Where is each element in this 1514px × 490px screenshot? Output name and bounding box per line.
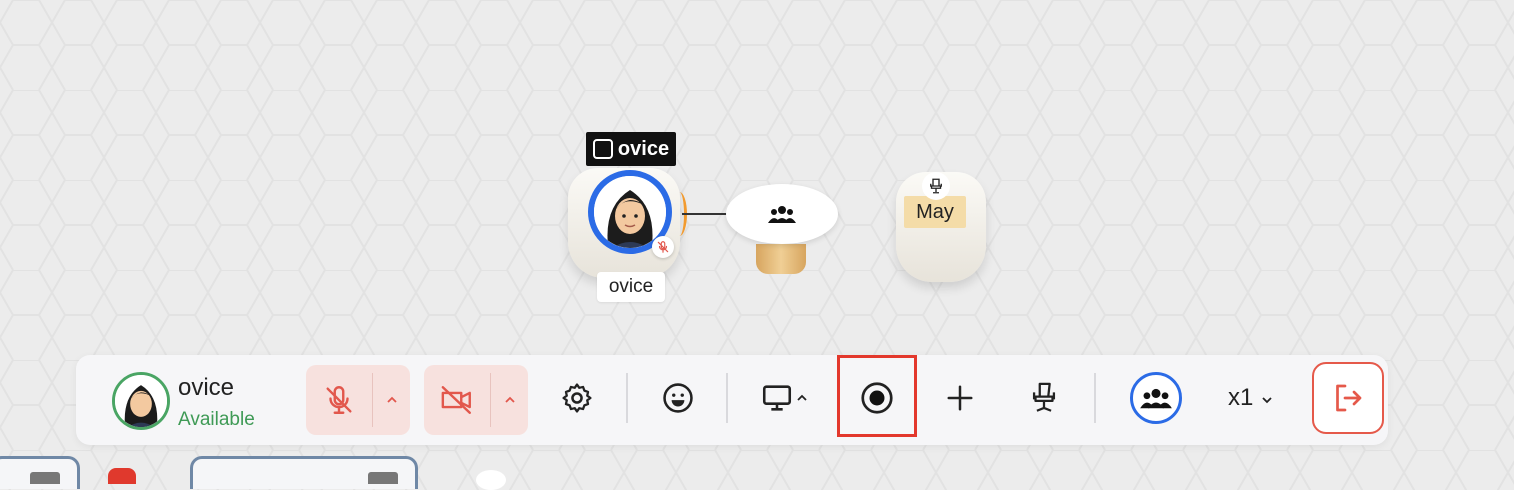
white-circle-icon: [476, 470, 506, 490]
add-button[interactable]: [934, 370, 986, 426]
speed-value: x1: [1228, 384, 1254, 411]
reaction-button[interactable]: [652, 370, 704, 426]
seat-chair-icon: [922, 172, 950, 200]
table-pedestal: [756, 244, 806, 274]
seat-button[interactable]: [1018, 370, 1070, 426]
user-face-icon: [115, 375, 167, 427]
screen-share-button[interactable]: [752, 370, 816, 426]
monitor-icon: [762, 385, 792, 411]
chevron-down-icon: [1262, 397, 1272, 404]
chevron-up-icon: [797, 394, 807, 401]
avatar-name-label: ovice: [597, 272, 665, 302]
toolbar-divider: [1094, 373, 1096, 423]
camera-toggle-button[interactable]: [424, 365, 490, 435]
mic-toggle-button[interactable]: [306, 365, 372, 435]
mic-options-button[interactable]: [373, 365, 410, 435]
table-group-icon: [764, 198, 800, 230]
toolbar-divider: [626, 373, 628, 423]
brand-tag-text: ovice: [617, 137, 670, 160]
chevron-up-icon: [504, 396, 515, 403]
leave-icon: [1312, 362, 1384, 434]
bottom-toolbar: [76, 355, 1388, 445]
emoji-icon: [663, 383, 693, 413]
card-icon: [30, 472, 60, 484]
plus-icon: [947, 385, 973, 411]
speed-select[interactable]: x1: [1228, 384, 1274, 412]
user-avatar[interactable]: [112, 372, 170, 430]
chevron-up-icon: [386, 396, 397, 403]
camera-options-button[interactable]: [491, 365, 528, 435]
group-icon: [1130, 372, 1182, 424]
avatar-face-icon: [594, 176, 666, 248]
highlight-box: [837, 355, 917, 437]
settings-button[interactable]: [552, 370, 602, 426]
red-badge-icon: [108, 468, 136, 484]
card-icon: [368, 472, 398, 484]
camera-off-icon: [441, 386, 471, 414]
gear-icon: [562, 383, 592, 413]
seat-name-label: May: [904, 196, 966, 228]
user-status[interactable]: Available: [178, 409, 255, 431]
mic-off-icon: [326, 386, 352, 414]
ovice-logo-icon: [592, 139, 613, 159]
chair-icon: [1032, 382, 1056, 412]
toolbar-divider: [726, 373, 728, 423]
brand-tag: ovice: [586, 132, 676, 166]
muted-mic-icon: [652, 236, 674, 258]
user-name: ovice: [178, 374, 235, 401]
